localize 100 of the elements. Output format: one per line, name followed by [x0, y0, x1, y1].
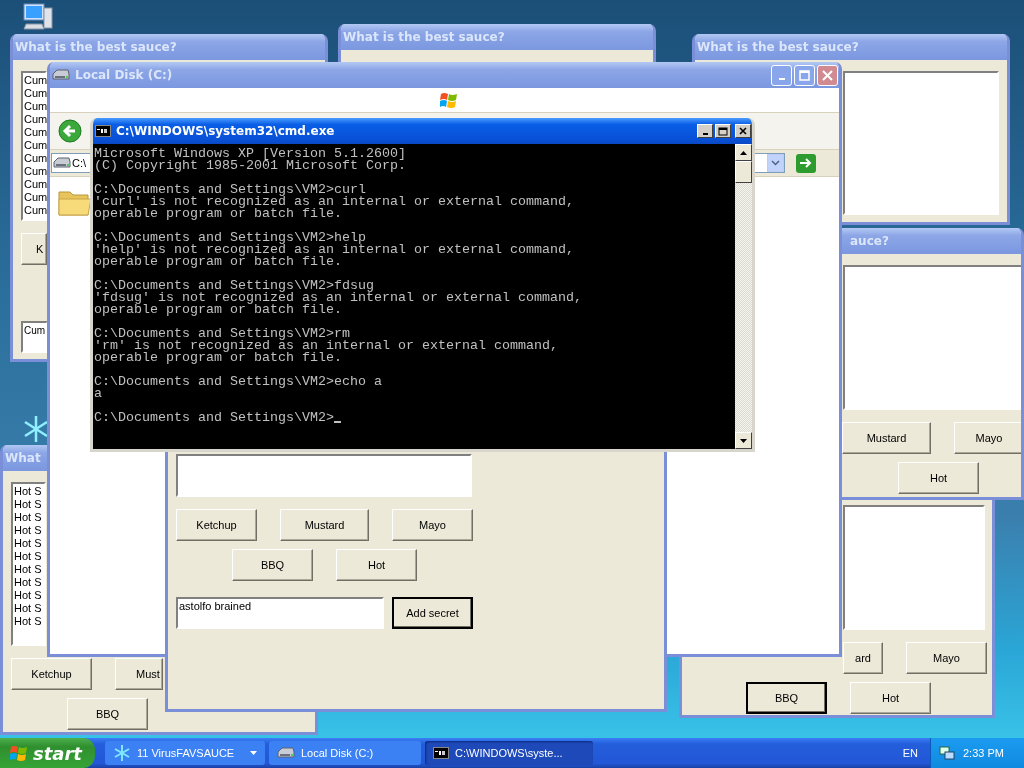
console-line: (C) Copyright 1985-2001 Microsoft Corp. — [94, 160, 406, 172]
list-box[interactable] — [176, 454, 472, 497]
sauce-button[interactable]: Hot — [850, 682, 931, 714]
console-line: C:\Documents and Settings\VM2>rm — [94, 328, 350, 340]
windows-logo-icon — [10, 744, 28, 762]
close-icon — [739, 127, 747, 135]
maximize-icon — [799, 69, 810, 81]
list-item[interactable]: Cum — [24, 204, 48, 217]
caret-icon — [250, 751, 257, 755]
list-item[interactable]: Hot S — [14, 576, 42, 589]
dropdown-button[interactable] — [767, 154, 784, 172]
console-line: 'rm' is not recognized as an internal or external command, — [94, 340, 558, 352]
add-secret-button[interactable]: Add secret — [392, 597, 473, 629]
sauce-button[interactable]: Must — [115, 658, 163, 690]
taskbar-button[interactable]: 11 VirusFAVSAUCE — [105, 741, 265, 765]
list-item[interactable]: Hot S — [14, 485, 42, 498]
list-item[interactable]: Hot S — [14, 537, 42, 550]
list-item[interactable]: Hot S — [14, 615, 42, 628]
snowflake-icon[interactable] — [24, 415, 48, 443]
list-item[interactable]: Cum — [24, 126, 48, 139]
console-icon — [95, 125, 111, 137]
sauce-button[interactable]: Mustard — [280, 509, 369, 541]
address-field[interactable]: C:\ — [51, 153, 91, 173]
go-button[interactable] — [796, 153, 816, 173]
close-button[interactable] — [735, 124, 751, 138]
window-title: Local Disk (C:) — [75, 68, 174, 82]
console-line: operable program or batch file. — [94, 256, 342, 268]
window-title: What is the best sauce? — [343, 30, 506, 44]
console-line: 'fdsug' is not recognized as an internal or external command, — [94, 292, 582, 304]
sauce-button[interactable]: BBQ — [746, 682, 827, 714]
list-item[interactable]: Hot S — [14, 498, 42, 511]
sauce-button[interactable]: Mustard — [842, 422, 931, 454]
scrollbar[interactable] — [735, 144, 752, 449]
computer-icon[interactable] — [22, 2, 54, 32]
list-item[interactable]: Hot S — [14, 550, 42, 563]
maximize-button[interactable] — [715, 124, 731, 138]
console-line: 'help' is not recognized as an internal or external command, — [94, 244, 574, 256]
list-item[interactable]: Hot S — [14, 524, 42, 537]
scroll-up-button[interactable] — [735, 144, 752, 161]
console-line: C:\Documents and Settings\VM2> — [94, 412, 334, 424]
list-box[interactable] — [843, 71, 999, 215]
list-box[interactable] — [843, 265, 1021, 410]
list-item[interactable]: Hot S — [14, 563, 42, 576]
network-icon[interactable] — [939, 745, 955, 761]
list-item[interactable]: Cum — [24, 165, 48, 178]
language-indicator[interactable]: EN — [902, 747, 918, 759]
taskbar-button[interactable]: C:\WINDOWS\syste... — [425, 741, 593, 765]
sauce-button[interactable]: Ketchup — [11, 658, 92, 690]
caret-icon — [771, 160, 780, 166]
drive-icon — [277, 747, 295, 759]
minimize-button[interactable] — [697, 124, 713, 138]
down-arrow-icon — [740, 438, 747, 443]
sauce-button[interactable]: BBQ — [67, 698, 148, 730]
window-title: What is the best sauce? — [15, 40, 178, 54]
text-field[interactable]: Cum — [21, 321, 48, 353]
console-icon — [433, 747, 449, 759]
console-line: C:\Documents and Settings\VM2>echo a — [94, 376, 382, 388]
sauce-button[interactable]: Mayo — [906, 642, 987, 674]
sauce-button[interactable]: ard — [843, 642, 883, 674]
list-box[interactable]: Hot S Hot S Hot S Hot S Hot S Hot S Hot S Hot S Hot S Hot S Hot S — [11, 482, 46, 646]
window-title: What is the best sauce? — [697, 40, 860, 54]
console-line: a — [94, 388, 102, 400]
list-item[interactable]: Cum — [24, 191, 48, 204]
taskbar-button[interactable]: Local Disk (C:) — [269, 741, 421, 765]
console-line: C:\Documents and Settings\VM2>fdsug — [94, 280, 374, 292]
drive-icon — [53, 157, 71, 169]
list-item[interactable]: Cum — [24, 74, 48, 87]
console-line: 'curl' is not recognized as an internal or external command, — [94, 196, 574, 208]
list-item[interactable]: Cum — [24, 178, 48, 191]
list-item[interactable]: Hot S — [14, 511, 42, 524]
console-line: C:\Documents and Settings\VM2>help — [94, 232, 366, 244]
console-line: C:\Documents and Settings\VM2>curl — [94, 184, 366, 196]
up-arrow-icon — [740, 150, 747, 155]
start-button[interactable]: start — [0, 738, 95, 768]
list-box[interactable] — [843, 505, 985, 630]
sauce-button[interactable]: Hot — [898, 462, 979, 494]
windows-logo-icon — [440, 91, 458, 109]
list-item[interactable]: Cum — [24, 152, 48, 165]
list-item[interactable]: Hot S — [14, 602, 42, 615]
maximize-icon — [718, 126, 728, 136]
sauce-button[interactable]: Mayo — [954, 422, 1021, 454]
text-field[interactable]: astolfo brained — [176, 597, 384, 629]
window-title: auce? — [849, 234, 890, 248]
minimize-icon — [778, 78, 785, 80]
sauce-button[interactable]: Hot — [336, 549, 417, 581]
scroll-thumb[interactable] — [735, 161, 752, 183]
window-title: C:\WINDOWS\system32\cmd.exe — [116, 124, 336, 138]
scroll-down-button[interactable] — [735, 432, 752, 449]
close-icon — [822, 69, 833, 81]
text-cursor — [333, 421, 341, 423]
sauce-button[interactable]: BBQ — [232, 549, 313, 581]
list-item[interactable]: Hot S — [14, 589, 42, 602]
sauce-button[interactable]: Mayo — [392, 509, 473, 541]
sauce-button[interactable]: Ketchup — [176, 509, 257, 541]
sauce-button[interactable]: K — [21, 233, 47, 265]
list-item[interactable]: Cum — [24, 113, 48, 126]
list-item[interactable]: Cum — [24, 100, 48, 113]
list-box[interactable]: Cum Cum Cum Cum Cum Cum Cum Cum Cum Cum Cum — [21, 71, 47, 221]
list-item[interactable]: Cum — [24, 139, 48, 152]
list-item[interactable]: Cum — [24, 87, 48, 100]
